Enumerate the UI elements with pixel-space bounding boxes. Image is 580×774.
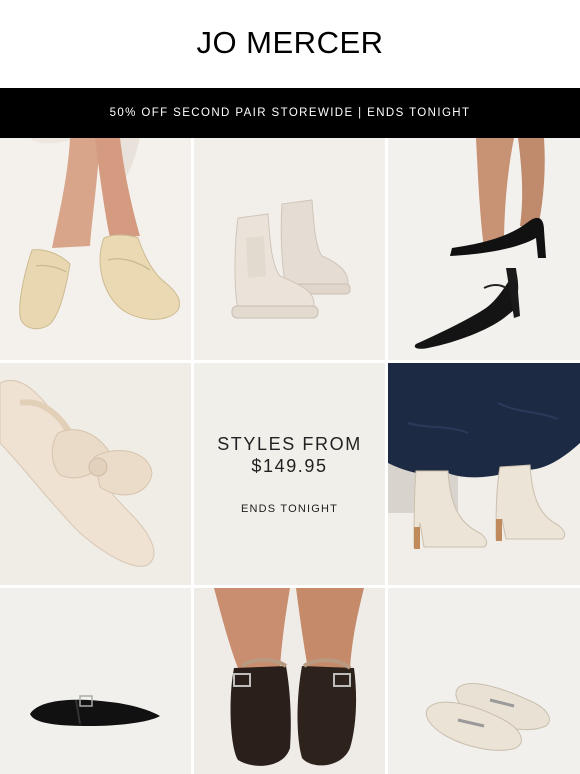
product-tile-clogs[interactable] [194,588,385,774]
slingback-heel-image [388,138,580,360]
bow-mule-image [0,363,191,585]
promo-headline: STYLES FROM $149.95 [217,433,362,477]
black-mary-jane-flat-image [0,588,191,774]
promo-banner[interactable]: 50% OFF SECOND PAIR STOREWIDE | ENDS TON… [0,88,580,138]
suede-clog-image [194,588,385,774]
product-grid: STYLES FROM $149.95 ENDS TONIGHT [0,138,580,774]
product-tile-slingback[interactable] [388,138,580,360]
product-tile-cream-loafers[interactable] [388,588,580,774]
product-tile-mary-jane[interactable] [0,588,191,774]
product-tile-chelsea-boots[interactable] [194,138,385,360]
promo-banner-text: 50% OFF SECOND PAIR STOREWIDE | ENDS TON… [109,107,471,119]
product-tile-ankle-boots[interactable] [388,363,580,585]
promo-subtext: ENDS TONIGHT [240,503,339,515]
white-ankle-boots-image [388,363,580,585]
promo-headline-line1: STYLES FROM [217,434,362,454]
brand-logo[interactable]: JO MERCER [196,25,383,61]
promo-price: $149.95 [251,456,328,476]
promo-tile[interactable]: STYLES FROM $149.95 ENDS TONIGHT [194,363,385,585]
loafer-on-feet-image [0,138,191,360]
chelsea-boots-image [194,138,385,360]
cream-loafers-image [388,588,580,774]
product-tile-loafers[interactable] [0,138,191,360]
product-tile-bow-mule[interactable] [0,363,191,585]
email-header: JO MERCER [0,0,580,88]
